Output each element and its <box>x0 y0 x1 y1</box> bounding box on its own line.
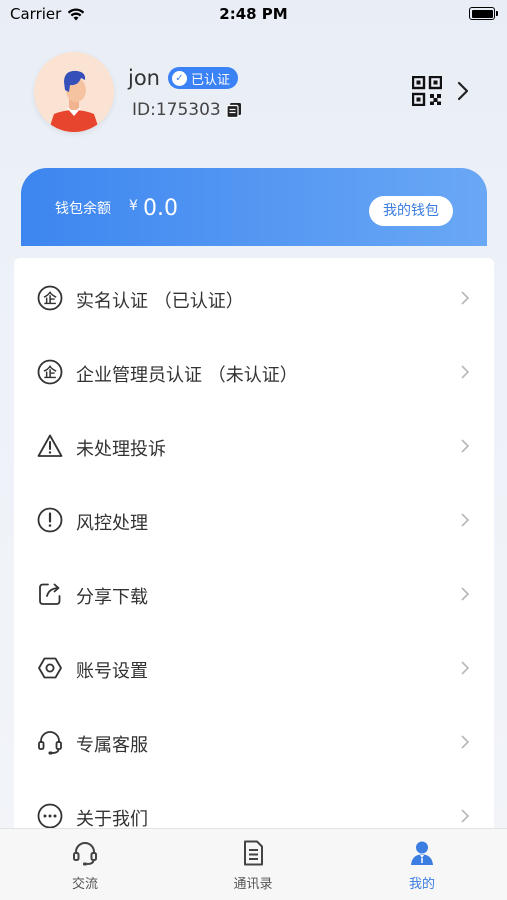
verified-label: 已认证 <box>191 72 231 88</box>
username: jon <box>128 66 160 90</box>
status-bar: Carrier 2:48 PM <box>0 0 507 30</box>
menu-item-customer-service[interactable]: 专属客服 <box>14 704 494 778</box>
enterprise-badge-icon: 企 <box>37 359 63 385</box>
tab-label: 交流 <box>71 877 98 892</box>
menu-card: 企 实名认证 （已认证） 企 企业管理员认证 （未认证） 未处理投诉 风控处理 <box>14 258 494 858</box>
tab-label: 通讯录 <box>233 877 273 892</box>
chevron-right-icon <box>461 365 470 379</box>
person-icon <box>411 841 433 865</box>
tab-label: 我的 <box>408 877 435 892</box>
my-wallet-button[interactable]: 我的钱包 <box>369 196 453 226</box>
tab-me[interactable]: 我的 <box>362 839 482 895</box>
avatar[interactable] <box>34 52 114 132</box>
menu-item-label: 企业管理员认证 （未认证） <box>76 365 298 386</box>
wallet-balance-label: 钱包余额 <box>55 201 111 217</box>
menu-item-label: 风控处理 <box>76 513 148 534</box>
battery-icon <box>469 7 498 20</box>
menu-item-account-settings[interactable]: 账号设置 <box>14 630 494 704</box>
chevron-right-icon <box>461 661 470 675</box>
menu-item-label: 分享下载 <box>76 587 148 608</box>
menu-item-unhandled-complaints[interactable]: 未处理投诉 <box>14 408 494 482</box>
chevron-right-icon <box>461 587 470 601</box>
profile-header: jon ✓ 已认证 ID:175303 <box>0 50 507 140</box>
warning-triangle-icon <box>37 434 63 457</box>
tab-bar: 交流 通讯录 我的 <box>0 828 507 900</box>
chevron-right-icon <box>461 439 470 453</box>
svg-text:企: 企 <box>42 365 57 381</box>
chevron-right-icon <box>461 291 470 305</box>
menu-item-label: 账号设置 <box>76 661 148 682</box>
settings-hexagon-icon <box>38 657 62 679</box>
verified-check-icon: ✓ <box>172 70 187 86</box>
tab-contacts[interactable]: 通讯录 <box>193 839 313 895</box>
menu-item-real-name-verification[interactable]: 企 实名认证 （已认证） <box>14 260 494 334</box>
wallet-card: 钱包余额 ¥ 0.0 我的钱包 <box>21 168 487 246</box>
svg-text:企: 企 <box>42 291 57 307</box>
tab-chat[interactable]: 交流 <box>25 839 145 895</box>
menu-item-label: 实名认证 （已认证） <box>76 291 244 312</box>
avatar-illustration <box>34 52 114 132</box>
copy-icon[interactable] <box>226 102 242 118</box>
chevron-right-icon <box>461 809 470 823</box>
enterprise-badge-icon: 企 <box>37 285 63 311</box>
menu-item-label: 未处理投诉 <box>76 439 166 460</box>
alert-circle-icon <box>37 507 63 533</box>
menu-item-label: 专属客服 <box>76 735 148 756</box>
qr-code-icon[interactable] <box>412 76 442 106</box>
menu-item-share-download[interactable]: 分享下载 <box>14 556 494 630</box>
headset-icon <box>73 842 97 866</box>
chevron-right-icon <box>461 513 470 527</box>
clock: 2:48 PM <box>219 5 288 23</box>
headset-icon <box>38 731 62 755</box>
chevron-right-icon[interactable] <box>456 80 470 102</box>
user-id: ID:175303 <box>132 100 221 120</box>
menu-item-enterprise-admin-verification[interactable]: 企 企业管理员认证 （未认证） <box>14 334 494 408</box>
menu-item-risk-control[interactable]: 风控处理 <box>14 482 494 556</box>
document-list-icon <box>244 840 263 866</box>
chevron-right-icon <box>461 735 470 749</box>
verified-badge: ✓ 已认证 <box>168 67 239 89</box>
wallet-currency: ¥ <box>129 198 138 214</box>
share-icon <box>39 583 61 605</box>
more-circle-icon <box>37 803 63 829</box>
wallet-balance-amount: 0.0 <box>143 196 178 221</box>
